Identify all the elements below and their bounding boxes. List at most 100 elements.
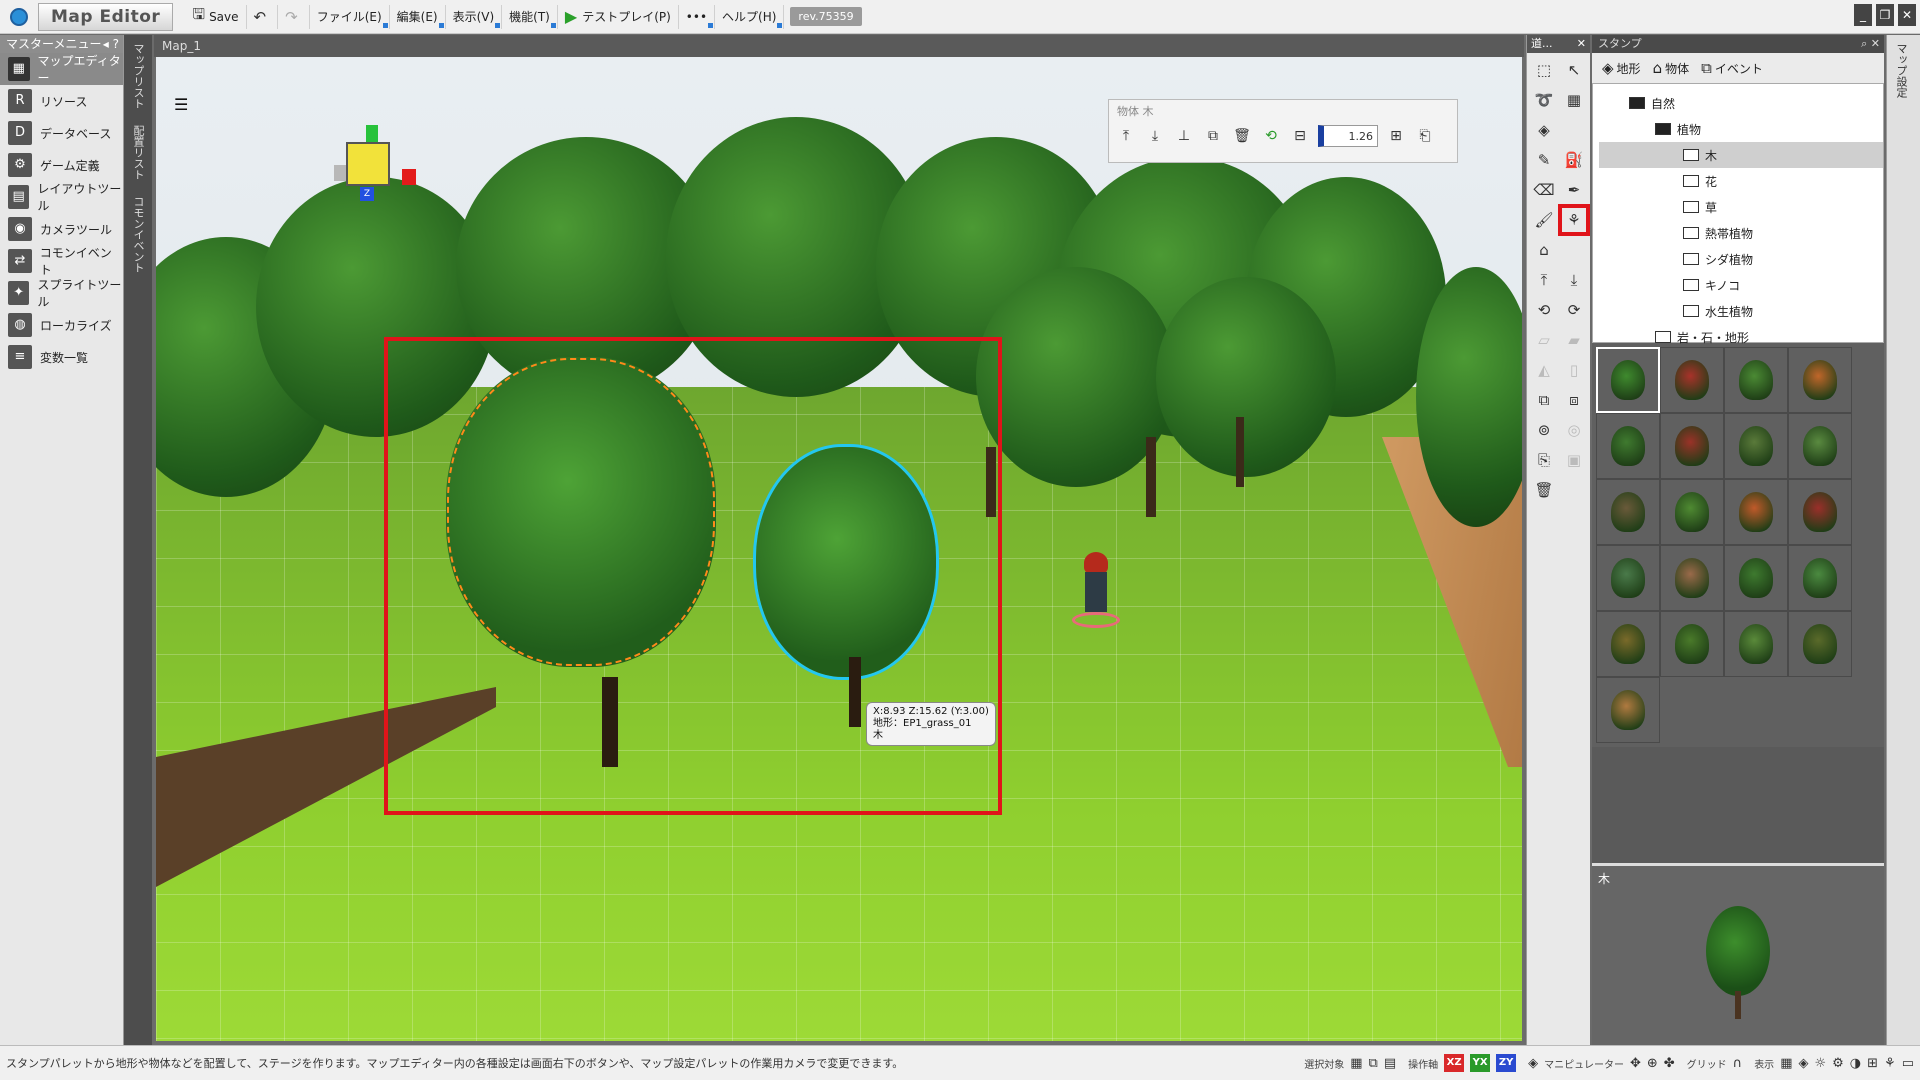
lasso-icon[interactable]: ➰ bbox=[1529, 85, 1559, 115]
lantern-icon[interactable]: ⊞ bbox=[1867, 1056, 1878, 1071]
axis-yx-button[interactable]: YX bbox=[1470, 1054, 1491, 1072]
stamp-thumbnail[interactable] bbox=[1596, 677, 1660, 743]
master-item-layout-tool[interactable]: ▤ レイアウトツール bbox=[0, 181, 123, 213]
rect-select-icon[interactable]: ⬚ bbox=[1529, 55, 1559, 85]
menu-view[interactable]: 表示(V) bbox=[446, 4, 503, 29]
move-icon[interactable]: ✥ bbox=[1630, 1056, 1641, 1071]
copy-icon[interactable]: ⧉ bbox=[1202, 125, 1224, 147]
stamp-thumbnail[interactable] bbox=[1596, 545, 1660, 611]
master-item-camera-tool[interactable]: ◉ カメラツール bbox=[0, 213, 123, 245]
stamp-thumbnail[interactable] bbox=[1660, 545, 1724, 611]
view-gizmo-cube[interactable] bbox=[346, 142, 390, 186]
stamp-thumbnail[interactable] bbox=[1724, 347, 1788, 413]
tab-common-event[interactable]: コモンイベント bbox=[124, 188, 152, 281]
layer-icon[interactable]: ▤ bbox=[1384, 1056, 1396, 1071]
stamp-thumbnail[interactable] bbox=[1596, 347, 1660, 413]
master-item-database[interactable]: D データベース bbox=[0, 117, 123, 149]
test-play-button[interactable]: ▶ テストプレイ(P) bbox=[558, 4, 679, 29]
stamp-thumbnail[interactable] bbox=[1660, 347, 1724, 413]
slope-icon[interactable]: ◭ bbox=[1529, 355, 1559, 385]
scale-icon[interactable]: ✤ bbox=[1664, 1056, 1675, 1071]
redo-button[interactable]: ↷ bbox=[278, 4, 310, 29]
tree-node-flower[interactable]: 花 bbox=[1599, 168, 1883, 194]
rotate-axis-icon[interactable]: ⟳ bbox=[1559, 295, 1589, 325]
stamp-thumbnail[interactable] bbox=[1724, 413, 1788, 479]
target-icon[interactable]: ◎ bbox=[1559, 415, 1589, 445]
master-item-localize[interactable]: ◍ ローカライズ bbox=[0, 309, 123, 341]
gizmo-z-axis[interactable]: Z bbox=[360, 187, 374, 201]
stamp-thumbnail[interactable] bbox=[1724, 545, 1788, 611]
trash-icon[interactable]: 🗑 bbox=[1231, 125, 1253, 147]
flatten-icon[interactable]: ▱ bbox=[1529, 325, 1559, 355]
player-character[interactable] bbox=[1072, 552, 1120, 628]
stamp-thumbnail[interactable] bbox=[1788, 479, 1852, 545]
stamp-thumbnail[interactable] bbox=[1596, 611, 1660, 677]
stamp-thumbnail[interactable] bbox=[1788, 413, 1852, 479]
layer-icon[interactable]: ⧉ bbox=[1529, 385, 1559, 415]
search-icon[interactable]: ⌕ ✕ bbox=[1861, 35, 1880, 53]
tree-node-fern[interactable]: シダ植物 bbox=[1599, 246, 1883, 272]
terrain-icon[interactable]: ◈ bbox=[1529, 115, 1559, 145]
viewport-menu-icon[interactable]: ☰ bbox=[174, 95, 188, 114]
stamp-thumbnail[interactable] bbox=[1724, 479, 1788, 545]
book-icon[interactable]: ▭ bbox=[1902, 1056, 1914, 1071]
stamp-thumbnail[interactable] bbox=[1596, 413, 1660, 479]
smooth-icon[interactable]: ▰ bbox=[1559, 325, 1589, 355]
axis-zy-button[interactable]: ZY bbox=[1496, 1054, 1517, 1072]
grid-icon[interactable]: ▦ bbox=[1780, 1056, 1792, 1071]
tab-event[interactable]: ⧉ イベント bbox=[1701, 59, 1763, 77]
minimize-icon[interactable]: _ bbox=[1854, 4, 1872, 26]
raise-icon[interactable]: ⤒ bbox=[1529, 265, 1559, 295]
duplicate-icon[interactable]: ⎘ bbox=[1529, 445, 1559, 475]
stamp-thumbnail[interactable] bbox=[1788, 545, 1852, 611]
eyedropper-icon[interactable]: ✒ bbox=[1559, 175, 1589, 205]
menu-help[interactable]: ヘルプ(H) bbox=[715, 4, 785, 29]
lower-icon[interactable]: ⤓ bbox=[1559, 265, 1589, 295]
collapse-icon[interactable]: ◂ ? bbox=[103, 35, 119, 53]
master-item-variables[interactable]: ≡ 変数一覧 bbox=[0, 341, 123, 373]
tree-node-tree[interactable]: 木 bbox=[1599, 142, 1883, 168]
menu-edit[interactable]: 編集(E) bbox=[390, 4, 446, 29]
stamp-thumbnail[interactable] bbox=[1724, 611, 1788, 677]
undo-button[interactable]: ↶ bbox=[247, 4, 279, 29]
zoom-out-icon[interactable]: ⊟ bbox=[1289, 125, 1311, 147]
stamp-thumbnail[interactable] bbox=[1788, 611, 1852, 677]
stamp-thumbnail[interactable] bbox=[1788, 347, 1852, 413]
rotate-icon[interactable]: ⟲ bbox=[1260, 125, 1282, 147]
master-item-common-event[interactable]: ⇄ コモンイベント bbox=[0, 245, 123, 277]
master-item-map-editor[interactable]: ▦ マップエディター bbox=[0, 53, 123, 85]
group-icon[interactable]: ⧈ bbox=[1559, 385, 1589, 415]
tree-node-aquatic[interactable]: 水生植物 bbox=[1599, 298, 1883, 324]
stamp-thumbnail[interactable] bbox=[1596, 479, 1660, 545]
trash-icon[interactable]: 🗑 bbox=[1529, 475, 1559, 505]
object-place-icon[interactable]: ⚘ bbox=[1558, 204, 1590, 236]
stamp-thumbnail[interactable] bbox=[1660, 611, 1724, 677]
axis-xz-button[interactable]: XZ bbox=[1444, 1054, 1465, 1072]
tab-map-settings[interactable]: マップ設定 bbox=[1887, 35, 1915, 106]
tab-placement-list[interactable]: 配置リスト bbox=[124, 117, 152, 188]
cube-icon[interactable]: ◈ bbox=[1798, 1056, 1808, 1071]
lower-icon[interactable]: ⤓ bbox=[1144, 125, 1166, 147]
sphere-icon[interactable]: ◑ bbox=[1850, 1056, 1861, 1071]
zoom-value[interactable]: 1.26 bbox=[1318, 125, 1378, 147]
save-button[interactable]: 🖫 Save bbox=[185, 4, 247, 29]
magnet-icon[interactable]: ∩ bbox=[1733, 1056, 1743, 1071]
pencil-icon[interactable]: ✎ bbox=[1529, 145, 1559, 175]
reset-icon[interactable]: ⎗ bbox=[1414, 125, 1436, 147]
tree-node-nature[interactable]: 自然 bbox=[1599, 90, 1883, 116]
tree-node-mushroom[interactable]: キノコ bbox=[1599, 272, 1883, 298]
brush-icon[interactable]: 🖌 bbox=[1529, 205, 1559, 235]
tree-node-plants[interactable]: 植物 bbox=[1599, 116, 1883, 142]
master-item-resource[interactable]: R リソース bbox=[0, 85, 123, 117]
pointer-icon[interactable]: ↖ bbox=[1559, 55, 1589, 85]
house-icon[interactable]: ⌂ bbox=[1529, 235, 1559, 265]
rotate-icon[interactable]: ⊕ bbox=[1647, 1056, 1658, 1071]
gizmo-x-axis[interactable] bbox=[402, 169, 416, 185]
pin-icon[interactable]: ✕ bbox=[1577, 35, 1586, 53]
paste-icon[interactable]: ▣ bbox=[1559, 445, 1589, 475]
menu-file[interactable]: ファイル(E) bbox=[310, 4, 390, 29]
raise-icon[interactable]: ⤒ bbox=[1115, 125, 1137, 147]
stamp-thumbnail[interactable] bbox=[1660, 479, 1724, 545]
tree-icon[interactable]: ⚘ bbox=[1884, 1056, 1896, 1071]
grid-icon[interactable]: ▦ bbox=[1350, 1056, 1362, 1071]
